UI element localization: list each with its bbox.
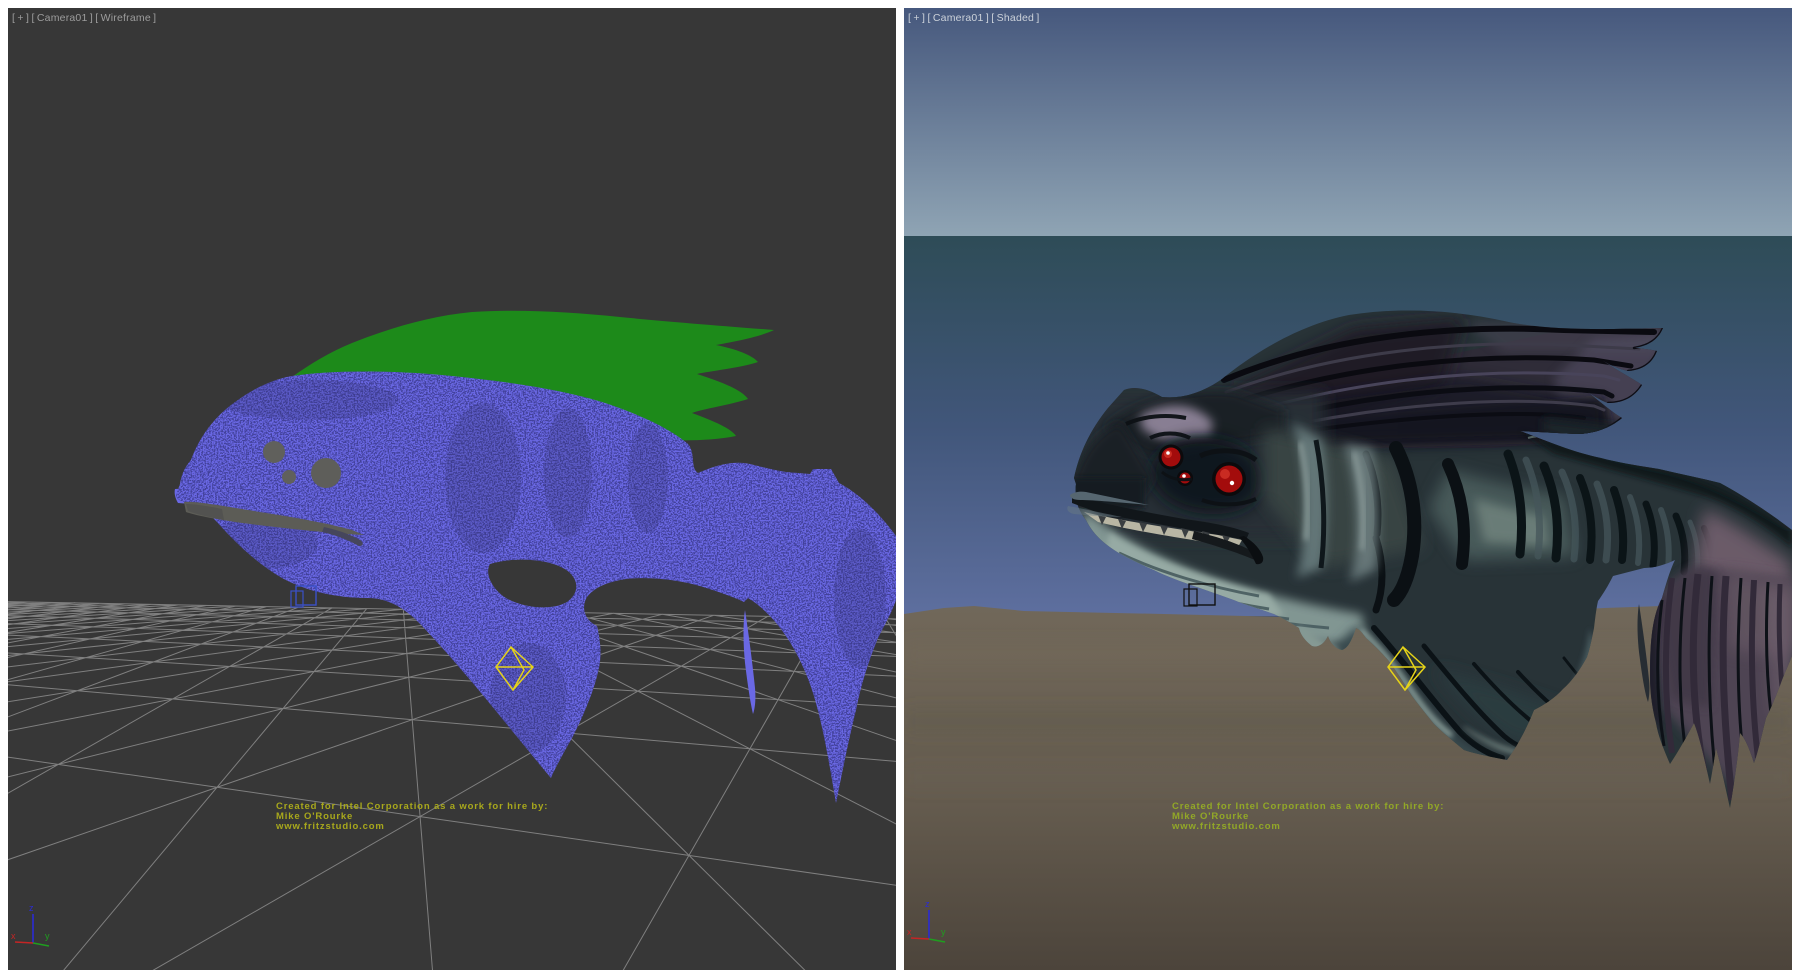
svg-text:y: y <box>45 931 50 941</box>
svg-text:x: x <box>11 931 16 941</box>
svg-text:x: x <box>907 927 912 937</box>
svg-text:y: y <box>941 927 946 937</box>
svg-text:z: z <box>925 899 930 909</box>
svg-text:z: z <box>29 903 34 913</box>
